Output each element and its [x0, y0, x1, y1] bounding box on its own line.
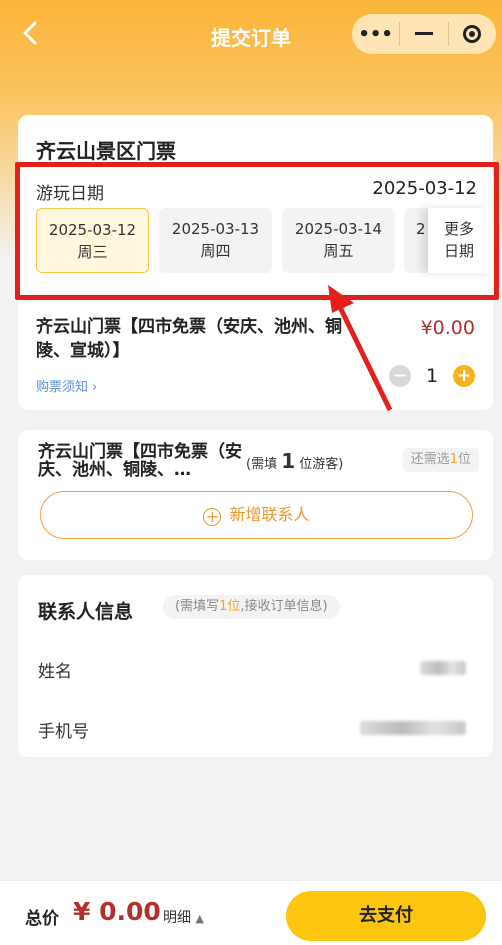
- caret-up-icon: ▲: [195, 912, 204, 925]
- remaining-badge: 还需选1位: [402, 448, 479, 472]
- phone-label: 手机号: [38, 722, 89, 742]
- contact-hint-suffix: ,接收订单信息): [240, 599, 328, 614]
- mini-program-capsule: •••: [352, 14, 496, 54]
- quantity-stepper: − 1 +: [389, 365, 475, 387]
- remaining-count: 1: [449, 452, 458, 467]
- phone-field-blurred[interactable]: [360, 721, 466, 735]
- total-amount: ¥ 0.00: [73, 897, 161, 926]
- visitor-need-text: (需填 1 位游客): [246, 449, 343, 473]
- add-contact-button[interactable]: + 新增联系人: [40, 491, 473, 539]
- highlight-box: [15, 162, 499, 300]
- visitor-need-prefix: (需填: [246, 457, 278, 472]
- purchase-notice-label: 购票须知: [36, 380, 89, 395]
- add-contact-label: 新增联系人: [229, 505, 310, 524]
- name-field-blurred[interactable]: [420, 661, 466, 675]
- visitor-card: 齐云山门票【四市免票（安庆、池州、铜陵、… (需填 1 位游客) 还需选1位 +…: [18, 430, 493, 560]
- plus-icon[interactable]: +: [453, 365, 475, 387]
- visitor-need-count: 1: [281, 449, 296, 473]
- remaining-suffix: 位: [457, 452, 471, 467]
- visitor-ticket-name: 齐云山门票【四市免票（安庆、池州、铜陵、…: [38, 442, 242, 480]
- total-label: 总价: [25, 909, 59, 929]
- contact-card: 联系人信息 (需填写1位,接收订单信息) 姓名 手机号: [18, 575, 493, 757]
- contact-title: 联系人信息: [38, 601, 134, 623]
- product-name: 齐云山门票【四市免票（安庆、池州、铜陵、宣城）】: [36, 317, 342, 361]
- contact-hint-prefix: (需填写: [175, 599, 220, 614]
- pay-button[interactable]: 去支付: [286, 891, 486, 941]
- name-label: 姓名: [38, 662, 72, 682]
- visitor-need-suffix: 位游客): [299, 457, 344, 472]
- plus-circle-icon: +: [203, 508, 222, 526]
- navigation-bar: 提交订单 •••: [0, 0, 502, 70]
- remaining-prefix: 还需选: [410, 452, 450, 467]
- bottom-bar: 总价 ¥ 0.00 明细 ▲ 去支付: [0, 880, 502, 945]
- more-dots-icon[interactable]: •••: [352, 14, 399, 54]
- detail-toggle[interactable]: 明细 ▲: [163, 907, 204, 927]
- purchase-notice-link[interactable]: 购票须知 ›: [36, 376, 97, 395]
- target-icon[interactable]: [449, 14, 496, 54]
- quantity-value: 1: [425, 365, 439, 387]
- annotation-arrow: [328, 285, 393, 412]
- chevron-right-icon: ›: [92, 380, 98, 395]
- contact-hint: (需填写1位,接收订单信息): [163, 595, 340, 619]
- detail-label: 明细: [163, 910, 191, 926]
- contact-hint-count: 1位: [219, 599, 241, 614]
- ticket-title: 齐云山景区门票: [36, 139, 176, 163]
- product-price: ¥0.00: [420, 317, 475, 339]
- minimize-icon[interactable]: [400, 14, 447, 54]
